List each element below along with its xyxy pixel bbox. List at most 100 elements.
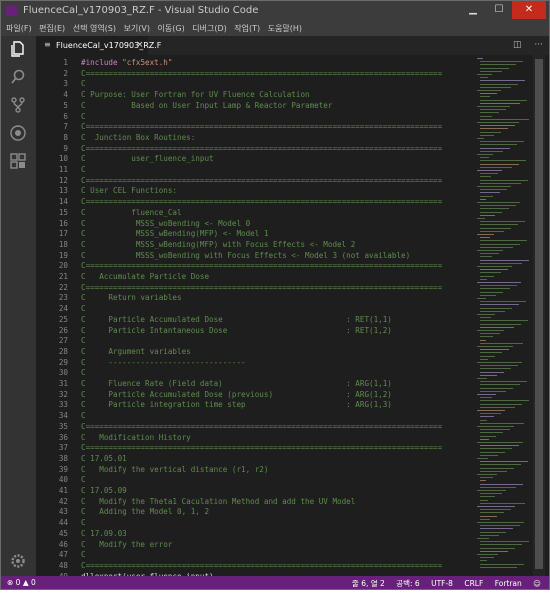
end-of-line[interactable]: CRLF [464,579,483,588]
code-line[interactable]: 17 C MSSS_wBending(MFP) <- Model 1 [36,228,473,239]
code-line[interactable]: 25 C Particle Accumulated Dose : RET(1,1) [36,314,473,325]
code-line[interactable]: 40 C [36,474,473,485]
code-line[interactable]: 13 C User CEL Functions: [36,185,473,196]
code-line[interactable]: 33 C Particle integration time step : ARG… [36,399,473,410]
line-number: 32 [58,389,68,399]
code-line[interactable]: 11 C [36,164,473,175]
code-line[interactable]: 18 C MSSS_wBending(MFP) with Focus Effect… [36,239,473,250]
language-mode[interactable]: Fortran [495,579,522,588]
code-line[interactable]: 36 C Modification History [36,432,473,443]
line-number: 45 [58,528,68,538]
search-icon[interactable] [9,68,27,86]
minimap-line [480,189,507,191]
extensions-icon[interactable] [9,152,27,170]
menu-go[interactable]: 이동(G) [158,23,185,34]
minimap-line [480,176,491,178]
code-line[interactable]: 31 C Fluence Rate (Field data) : ARG(1,1) [36,378,473,389]
minimap[interactable] [475,55,533,576]
files-icon[interactable] [9,40,27,58]
code-line[interactable]: 27 C [36,335,473,346]
code-line[interactable]: 28 C Argument variables [36,346,473,357]
code-line[interactable]: 48 C=====================================… [36,560,473,571]
code-line[interactable]: 22 C=====================================… [36,282,473,293]
minimize-button[interactable]: ▁ [460,1,486,19]
code-line[interactable]: 45 C 17.09.03 [36,528,473,539]
split-editor-icon[interactable]: ◫ [513,40,522,50]
code-line[interactable]: 30 C [36,367,473,378]
tab-close-icon[interactable]: × [136,40,144,50]
scrollbar-thumb[interactable] [535,59,543,569]
minimap-line [480,400,529,402]
menu-edit[interactable]: 편집(E) [39,23,65,34]
menu-view[interactable]: 보기(V) [124,23,150,34]
menu-file[interactable]: 파일(F) [6,23,32,34]
minimap-line [480,70,502,72]
code-line[interactable]: 38 C 17.05.01 [36,453,473,464]
code-line[interactable]: 3C [36,78,473,89]
code-line[interactable]: 1 #include "cfx5ext.h" [36,57,473,68]
code-line[interactable]: 12 C=====================================… [36,175,473,186]
code-line[interactable]: 10 C user_fluence_input [36,153,473,164]
minimap-line [477,58,483,59]
code-line[interactable]: 14 C=====================================… [36,196,473,207]
code-line[interactable]: 34 C [36,410,473,421]
encoding[interactable]: UTF-8 [431,579,453,588]
minimap-line [480,173,498,175]
debug-icon[interactable] [9,124,27,142]
editor-tab[interactable]: ≡ FluenceCal_v170903_RZ.F × [36,36,161,55]
cursor-position[interactable]: 줄 6, 열 2 [352,579,385,588]
vscode-window: FluenceCal_v170903_RZ.F - Visual Studio … [0,0,550,590]
line-text: C Adding the Model 0, 1, 2 [81,507,210,517]
code-line[interactable]: 21 C Accumulate Particle Dose [36,271,473,282]
gear-icon[interactable] [9,552,27,570]
minimap-line [480,192,500,194]
line-text: C [81,336,86,346]
code-line[interactable]: 44 C [36,517,473,528]
code-line[interactable]: 2 C======================================… [36,68,473,79]
problems-indicator[interactable]: ⊗ 0 ▲ 0 [7,578,36,587]
close-button[interactable]: ✕ [512,1,546,19]
minimap-line [480,493,502,495]
string-literal: "cfx5ext.h" [122,58,173,67]
code-line[interactable]: 9 C======================================… [36,143,473,154]
code-line[interactable]: 26 C Particle Intantaneous Dose : RET(1,2… [36,325,473,336]
code-line[interactable]: 32 C Particle Accumulated Dose (previous)… [36,389,473,400]
menu-tasks[interactable]: 작업(T) [234,23,260,34]
code-line[interactable]: 29 C ------------------------------ [36,357,473,368]
code-line[interactable]: 43 C Adding the Model 0, 1, 2 [36,506,473,517]
line-number: 42 [58,496,68,506]
code-line[interactable]: 19 C MSSS_woBending with Focus Effects <-… [36,250,473,261]
line-number: 30 [58,368,68,378]
source-control-icon[interactable] [9,96,27,114]
code-line[interactable]: 8 C Junction Box Routines: [36,132,473,143]
code-editor[interactable]: 1 #include "cfx5ext.h" 2 C=================… [36,55,473,576]
minimap-line [477,74,492,75]
indentation[interactable]: 공백: 6 [396,579,419,588]
more-actions-icon[interactable]: ··· [534,40,543,50]
vertical-scrollbar[interactable] [533,55,545,576]
maximize-button[interactable]: ☐ [486,1,512,19]
line-number: 39 [58,464,68,474]
code-line[interactable]: 5 C Based on User Input Lamp & Reactor Pa… [36,100,473,111]
minimap-line [480,467,514,469]
code-line[interactable]: 20 C=====================================… [36,260,473,271]
code-line[interactable]: 24 C [36,303,473,314]
code-line[interactable]: 35 C=====================================… [36,421,473,432]
menu-debug[interactable]: 디버그(D) [192,23,226,34]
code-line[interactable]: 47 C [36,549,473,560]
code-line[interactable]: 16 C MSSS_woBending <- Model 0 [36,218,473,229]
code-line[interactable]: 23 C Return variables [36,292,473,303]
code-line[interactable]: 6C [36,111,473,122]
code-line[interactable]: 42 C Modify the Theta1 Caculation Method … [36,496,473,507]
code-line[interactable]: 4 C Purpose: User Fortran for UV Fluence … [36,89,473,100]
menu-help[interactable]: 도움말(H) [268,23,302,34]
code-line[interactable]: 15 C fluence_Cal [36,207,473,218]
feedback-icon[interactable]: ☺ [533,579,541,588]
menu-selection[interactable]: 선택 영역(S) [73,23,116,34]
code-line[interactable]: 46 C Modify the error [36,539,473,550]
line-text: C user_fluence_input [81,154,214,164]
code-line[interactable]: 7 C======================================… [36,121,473,132]
code-line[interactable]: 37 C=====================================… [36,442,473,453]
code-line[interactable]: 39 C Modify the vertical distance (r1, r2… [36,464,473,475]
code-line[interactable]: 41 C 17.05.09 [36,485,473,496]
